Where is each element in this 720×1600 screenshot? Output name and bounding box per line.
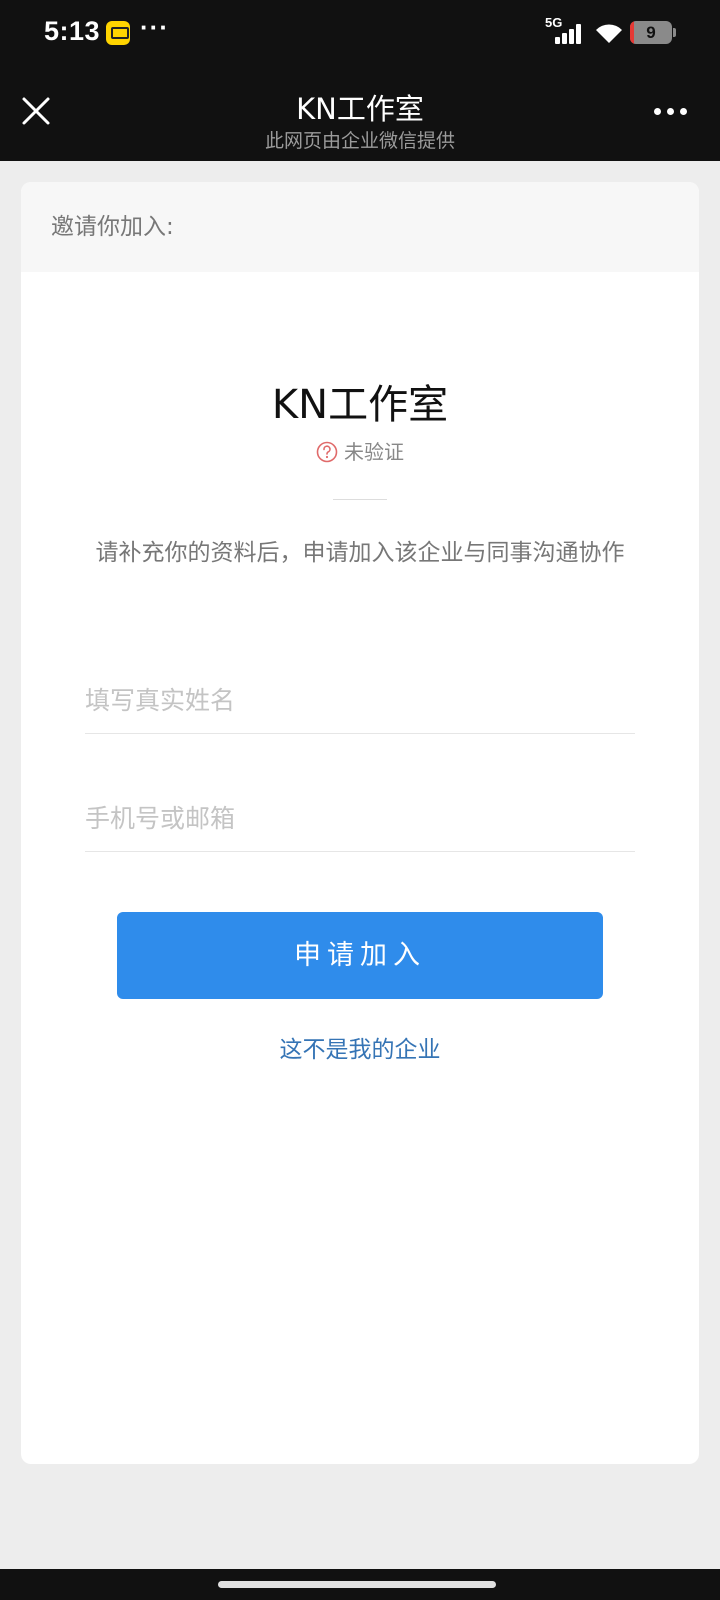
more-dots-icon[interactable] xyxy=(650,102,690,122)
wifi-icon xyxy=(596,24,622,43)
company-name: KN工作室 xyxy=(271,382,449,428)
battery-icon: 9 xyxy=(630,21,672,44)
question-circle-icon[interactable] xyxy=(316,441,338,463)
name-input[interactable] xyxy=(85,670,635,730)
status-more: ··· xyxy=(140,12,169,42)
apply-join-button[interactable]: 申请加入 xyxy=(117,912,603,999)
verify-status: 未验证 xyxy=(21,436,699,465)
nav-title: KN工作室 xyxy=(296,92,424,126)
status-time: 5:13 xyxy=(44,16,101,46)
card-header: 邀请你加入: xyxy=(21,182,699,272)
not-my-company-link[interactable]: 这不是我的企业 xyxy=(21,1030,699,1064)
name-field-container xyxy=(85,670,635,734)
verify-status-label: 未验证 xyxy=(344,440,404,464)
description: 请补充你的资料后，申请加入该企业与同事沟通协作 xyxy=(95,540,625,566)
divider xyxy=(333,499,387,500)
status-bar: 5:13 ··· 5G 9 xyxy=(0,0,720,66)
contact-field-container xyxy=(85,788,635,852)
nav-subtitle: 此网页由企业微信提供 xyxy=(264,130,455,152)
battery-tip xyxy=(673,28,676,37)
invite-card: 邀请你加入: KN工作室 未验证 请补充你的资料后，申请加入该企业与同事沟通协作… xyxy=(21,182,699,1464)
battery-level: 9 xyxy=(646,23,656,42)
home-bar xyxy=(0,1569,720,1600)
phone-or-email-input[interactable] xyxy=(85,788,635,848)
nav-bar: KN工作室 此网页由企业微信提供 xyxy=(0,66,720,161)
signal-icon xyxy=(555,24,585,44)
app-notification-icon xyxy=(106,21,130,45)
home-indicator[interactable] xyxy=(218,1581,496,1588)
